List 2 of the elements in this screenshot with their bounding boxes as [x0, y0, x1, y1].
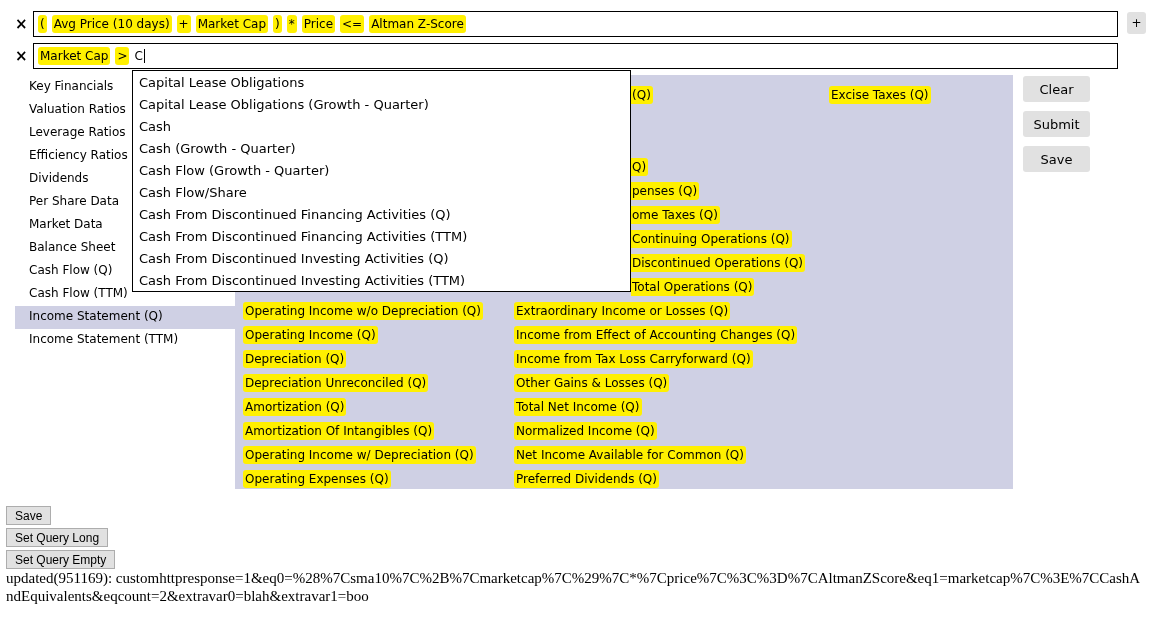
status-text: updated(951169): customhttpresponse=1&eq0=%28%7Csma10%7C%2B%7Cmarketcap%7C%29%7C*%7Cprice%7C%3C%3D%7CAltmanZScore&eq1=marketcap%7C%3E%7CCashAndEquivalents&eqcount=2&extravar0=blah&extravar1=boo — [5, 569, 1142, 605]
typed-text: C — [134, 49, 145, 63]
